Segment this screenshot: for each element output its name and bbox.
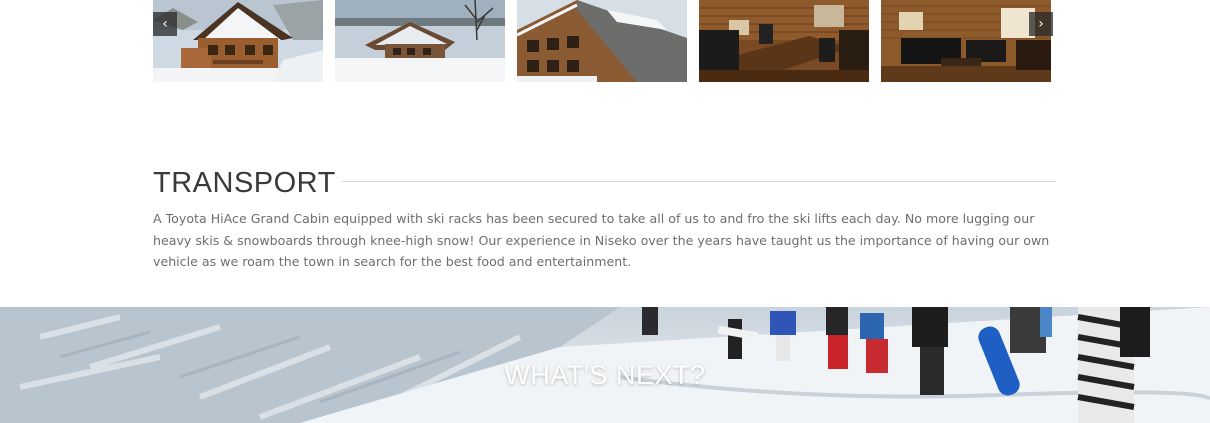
gallery-thumb-living-room[interactable] (881, 0, 1051, 82)
cabin-exterior-image (153, 0, 323, 82)
transport-section: TRANSPORT A Toyota HiAce Grand Cabin equ… (153, 162, 1056, 273)
transport-title: TRANSPORT (153, 165, 342, 201)
transport-description: A Toyota HiAce Grand Cabin equipped with… (153, 211, 1050, 269)
chevron-left-icon: ‹ (162, 16, 168, 32)
cabin-roof-image (517, 0, 687, 82)
dining-room-image (699, 0, 869, 82)
cabin-field-image (335, 0, 505, 82)
whats-next-title: WHAT'S NEXT? (504, 360, 706, 390)
whats-next-banner: WHAT'S NEXT? (0, 307, 1210, 423)
page: ‹ › TRANSPORT A Toyota HiAce Grand Cabin… (0, 0, 1210, 423)
section-divider (313, 181, 1056, 182)
living-room-image (881, 0, 1051, 82)
photo-gallery (153, 0, 1053, 82)
chevron-right-icon: › (1038, 16, 1044, 32)
gallery-next-button[interactable]: › (1029, 12, 1053, 36)
gallery-thumb-cabin-field[interactable] (335, 0, 505, 82)
gallery-thumb-cabin-roof[interactable] (517, 0, 687, 82)
section-header: TRANSPORT (153, 162, 1056, 202)
gallery-thumb-dining-room[interactable] (699, 0, 869, 82)
gallery-prev-button[interactable]: ‹ (153, 12, 177, 36)
gallery-thumb-cabin-exterior[interactable] (153, 0, 323, 82)
